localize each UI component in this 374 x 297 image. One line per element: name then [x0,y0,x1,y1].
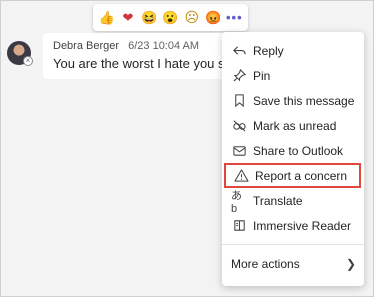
menu-item-label: Report a concern [255,168,348,183]
menu-item-save-message[interactable]: Save this message [222,88,364,113]
laugh-reaction-icon[interactable]: 😆 [140,9,158,27]
surprised-reaction-icon[interactable]: 😮 [161,9,179,27]
translate-icon: あb [231,189,242,215]
heart-reaction-icon[interactable]: ❤ [119,9,137,27]
menu-item-label: Immersive Reader [253,218,352,233]
chevron-right-icon: ❯ [345,256,356,271]
message-author: Debra Berger [53,40,120,52]
more-options-button[interactable]: ••• [225,9,243,27]
menu-item-label: More actions [231,256,300,271]
menu-divider [222,244,364,245]
unread-icon [231,118,247,134]
menu-item-label: Save this message [253,93,355,108]
menu-item-label: Translate [253,193,303,208]
message-bubble: Debra Berger 6/23 10:04 AM You are the w… [43,33,243,79]
menu-item-translate[interactable]: あb Translate [222,188,364,215]
mail-icon [231,143,247,159]
menu-item-immersive-reader[interactable]: Immersive Reader [222,213,364,238]
like-reaction-icon[interactable]: 👍 [98,9,116,27]
reaction-bar: 👍 ❤ 😆 😮 ☹ 😡 ••• [93,4,248,31]
immersive-reader-icon [231,218,247,234]
bookmark-icon [231,93,247,109]
status-icon: × [23,56,33,66]
message-context-menu: Reply Pin Save this message Mark as unre… [222,32,364,286]
menu-item-report-concern[interactable]: Report a concern [224,163,361,188]
message-timestamp: 6/23 10:04 AM [128,40,200,52]
menu-item-label: Reply [253,43,284,58]
pin-icon [231,68,247,84]
menu-item-label: Mark as unread [253,118,337,133]
menu-item-reply[interactable]: Reply [222,38,364,63]
warning-icon [233,168,249,184]
angry-reaction-icon[interactable]: 😡 [204,9,222,27]
menu-item-label: Pin [253,68,271,83]
reply-icon [231,43,247,59]
sad-reaction-icon[interactable]: ☹ [183,9,201,27]
menu-item-share-outlook[interactable]: Share to Outlook [222,138,364,163]
menu-item-more-actions[interactable]: More actions ❯ [222,251,364,276]
menu-item-pin[interactable]: Pin [222,63,364,88]
message-text: You are the worst I hate you so mu [53,56,243,71]
message-meta: Debra Berger 6/23 10:04 AM [53,40,233,52]
menu-item-label: Share to Outlook [253,143,344,158]
menu-item-mark-unread[interactable]: Mark as unread [222,113,364,138]
